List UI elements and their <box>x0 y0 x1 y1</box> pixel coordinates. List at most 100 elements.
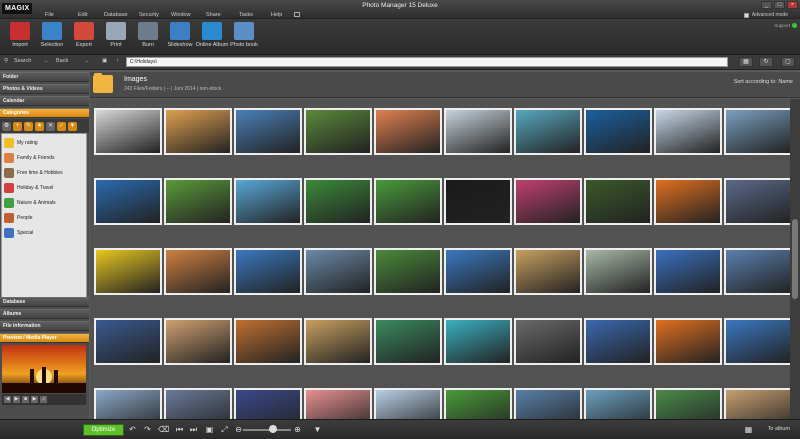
photo-thumbnail[interactable] <box>724 388 790 419</box>
menu-item-edit[interactable]: Edit <box>78 12 87 18</box>
edit-category-icon[interactable]: ✎ <box>24 121 33 131</box>
volume-icon[interactable]: ♫ <box>40 396 47 403</box>
menu-item-security[interactable]: Security <box>139 12 159 18</box>
photo-thumbnail[interactable] <box>444 388 512 419</box>
section-preview-media-player[interactable]: Preview / Media Player <box>0 333 89 343</box>
photo-thumbnail[interactable] <box>94 248 162 295</box>
photo-thumbnail[interactable] <box>374 108 442 155</box>
category-item[interactable]: Holiday & Travel <box>4 181 53 195</box>
play-icon[interactable]: ▶ <box>13 396 20 403</box>
selection-button[interactable]: Selection <box>34 21 70 54</box>
category-item[interactable]: Nature & Animals <box>4 196 56 210</box>
photo-thumbnail[interactable] <box>164 108 232 155</box>
import-button[interactable]: Import <box>2 21 38 54</box>
close-button[interactable]: × <box>787 1 798 9</box>
photo-thumbnail[interactable] <box>724 108 790 155</box>
photo-thumbnail[interactable] <box>374 178 442 225</box>
photo-thumbnail[interactable] <box>584 388 652 419</box>
print-button[interactable]: Print <box>98 21 134 54</box>
section-database[interactable]: Database <box>0 297 89 307</box>
menu-item-database[interactable]: Database <box>104 12 128 18</box>
sync-button[interactable]: ↻ <box>759 57 773 67</box>
section-folder[interactable]: Folder <box>0 72 89 82</box>
photo-thumbnail[interactable] <box>304 108 372 155</box>
photo-thumbnail[interactable] <box>724 318 790 365</box>
photo-thumbnail[interactable] <box>444 108 512 155</box>
tag-icon[interactable]: ★ <box>35 121 44 131</box>
section-file-information[interactable]: File information <box>0 321 89 331</box>
photo-thumbnail[interactable] <box>374 248 442 295</box>
photo-thumbnail[interactable] <box>304 388 372 419</box>
back-button[interactable]: Back <box>56 58 68 64</box>
category-item[interactable]: Free time & Hobbies <box>4 166 63 180</box>
section-calendar[interactable]: Calendar <box>0 96 89 106</box>
photo-thumbnail[interactable] <box>234 108 302 155</box>
photo-thumbnail[interactable] <box>584 178 652 225</box>
photo-thumbnail[interactable] <box>724 178 790 225</box>
zoom-slider-knob[interactable] <box>269 425 277 433</box>
computer-icon[interactable]: ▣ <box>102 58 107 64</box>
photo-thumbnail[interactable] <box>234 318 302 365</box>
optimize-button[interactable]: Optimize <box>83 424 124 436</box>
photo-thumbnail[interactable] <box>584 248 652 295</box>
photo-thumbnail[interactable] <box>94 108 162 155</box>
next-icon[interactable]: ⏭ <box>189 425 198 434</box>
actual-size-icon[interactable]: ▣ <box>205 425 214 434</box>
gear-icon[interactable]: ⚙ <box>2 121 11 131</box>
export-button[interactable]: Export <box>66 21 102 54</box>
to-album-button[interactable]: To album <box>768 426 790 432</box>
previous-icon[interactable]: ⏮ <box>175 425 184 434</box>
panel-toggle-button[interactable]: ▢ <box>781 57 795 67</box>
sort-selector[interactable]: Sort according to: Name <box>734 79 793 85</box>
photo-thumbnail[interactable] <box>164 388 232 419</box>
photo-thumbnail[interactable] <box>654 318 722 365</box>
photo-thumbnail[interactable] <box>654 248 722 295</box>
rewind-icon[interactable]: ◀ <box>4 396 11 403</box>
advanced-mode-checkbox[interactable] <box>743 12 749 18</box>
photo-thumbnail[interactable] <box>654 388 722 419</box>
photo-thumbnail[interactable] <box>304 178 372 225</box>
photo-thumbnail[interactable] <box>234 178 302 225</box>
forward-icon[interactable]: ▶ <box>31 396 38 403</box>
photo-thumbnail[interactable] <box>514 248 582 295</box>
photo-thumbnail[interactable] <box>94 178 162 225</box>
photo-thumbnail[interactable] <box>724 248 790 295</box>
category-item[interactable]: My rating <box>4 136 38 150</box>
minimize-button[interactable]: _ <box>761 1 772 9</box>
photo-thumbnail[interactable] <box>304 318 372 365</box>
photo-thumbnail[interactable] <box>514 318 582 365</box>
stop-icon[interactable]: ■ <box>22 396 29 403</box>
grid-scrollbar[interactable] <box>790 99 800 419</box>
zoom-slider[interactable] <box>243 429 291 431</box>
slideshow-button[interactable]: Slideshow <box>162 21 198 54</box>
zoom-out-icon[interactable]: ⊖ <box>234 425 243 434</box>
menu-item-tasks[interactable]: Tasks <box>239 12 253 18</box>
section-albums[interactable]: Albums <box>0 309 89 319</box>
online-album-button[interactable]: Online Album <box>194 21 230 54</box>
photo-thumbnail[interactable] <box>94 388 162 419</box>
search-icon[interactable]: ⚲ <box>4 58 8 64</box>
redo-icon[interactable]: ↷ <box>143 425 152 434</box>
photo-thumbnail[interactable] <box>654 108 722 155</box>
menu-item-help[interactable]: Help <box>271 12 282 18</box>
delete-icon[interactable]: ⌫ <box>158 425 169 434</box>
photo-thumbnail[interactable] <box>304 248 372 295</box>
up-arrow-icon[interactable]: ↑ <box>116 58 119 64</box>
category-item[interactable]: People <box>4 211 33 225</box>
view-mode-button[interactable]: ▦ <box>739 57 753 67</box>
forward-arrow-icon[interactable]: → <box>84 58 90 64</box>
photo-thumbnail[interactable] <box>514 388 582 419</box>
delete-category-icon[interactable]: ✕ <box>46 121 55 131</box>
photo-thumbnail[interactable] <box>444 318 512 365</box>
photo-thumbnail[interactable] <box>234 248 302 295</box>
section-photos-videos[interactable]: Photos & Videos <box>0 84 89 94</box>
photo-thumbnail[interactable] <box>164 318 232 365</box>
maximize-button[interactable]: □ <box>774 1 785 9</box>
path-input[interactable]: C:\Holidays\ <box>126 57 728 67</box>
category-item[interactable]: Special <box>4 226 33 240</box>
photo-thumbnail[interactable] <box>374 388 442 419</box>
photo-thumbnail[interactable] <box>234 388 302 419</box>
chat-icon[interactable] <box>294 12 300 17</box>
back-arrow-icon[interactable]: ← <box>44 58 50 64</box>
photo-thumbnail[interactable] <box>444 248 512 295</box>
